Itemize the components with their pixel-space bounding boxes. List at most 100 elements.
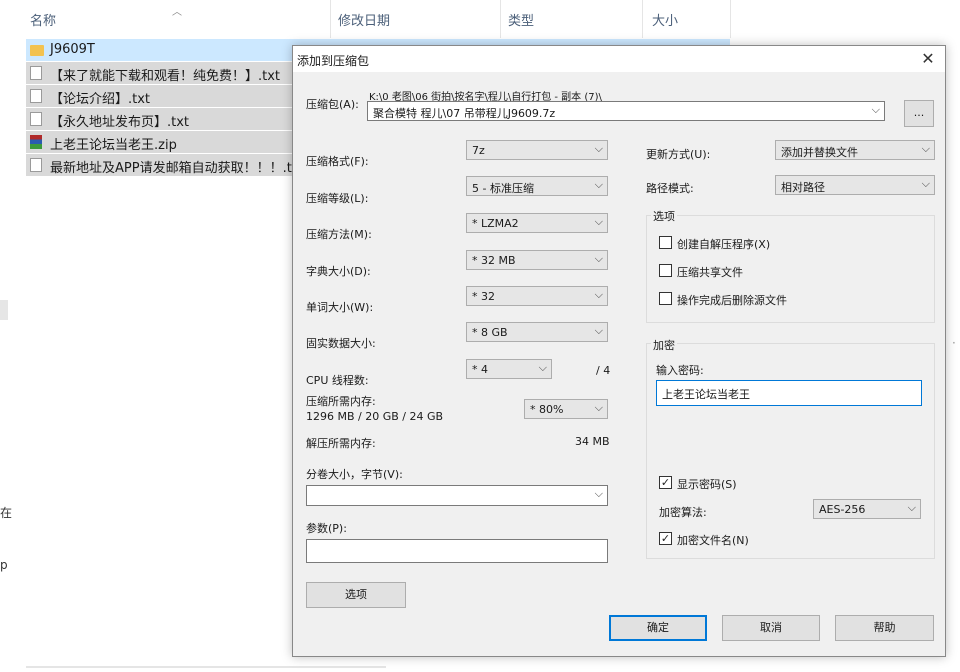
compress-shared-checkbox[interactable] [659, 264, 672, 277]
encryption-method-select[interactable]: AES-256 ⌵ [813, 499, 921, 519]
column-divider[interactable] [500, 0, 501, 38]
cpu-threads-select[interactable]: * 4 ⌵ [466, 359, 552, 379]
column-header: 名称 ︿ 修改日期 类型 大小 [0, 0, 960, 38]
chevron-down-icon[interactable]: ⌵ [872, 103, 880, 117]
chevron-down-icon[interactable]: ⌵ [595, 142, 603, 156]
file-name: 【论坛介绍】.txt [50, 92, 151, 107]
archive-name-combo[interactable]: 聚合模特 程儿\07 吊带程儿J9609.7z ⌵ [367, 101, 885, 121]
compress-memory-label: 压缩所需内存: [306, 395, 376, 408]
password-input[interactable]: 上老王论坛当老王 [656, 380, 922, 406]
chevron-down-icon[interactable]: ⌵ [595, 487, 603, 501]
encrypt-names-label[interactable]: 加密文件名(N) [677, 532, 749, 548]
solid-size-select[interactable]: * 8 GB ⌵ [466, 322, 608, 342]
memory-usage-value: * 80% [530, 403, 564, 416]
dialog-titlebar[interactable]: 添加到压缩包 ✕ [293, 46, 945, 72]
dictionary-label: 字典大小(D): [306, 265, 371, 278]
cpu-threads-label: CPU 线程数: [306, 374, 369, 387]
file-name: 最新地址及APP请发邮箱自动获取！！！.txt [50, 161, 305, 176]
compress-shared-label[interactable]: 压缩共享文件 [677, 264, 743, 280]
decompress-memory-label: 解压所需内存: [306, 437, 376, 450]
column-divider[interactable] [330, 0, 331, 38]
close-icon[interactable]: ✕ [911, 46, 945, 72]
compress-memory-value: 1296 MB / 20 GB / 24 GB [306, 410, 444, 423]
create-sfx-checkbox[interactable] [659, 236, 672, 249]
create-sfx-label[interactable]: 创建自解压程序(X) [677, 236, 770, 252]
method-select[interactable]: * LZMA2 ⌵ [466, 213, 608, 233]
column-name[interactable]: 名称 [30, 10, 56, 29]
update-mode-label: 更新方式(U): [646, 148, 711, 161]
chevron-down-icon[interactable]: ⌵ [595, 252, 603, 266]
format-value: 7z [472, 144, 485, 157]
file-name: 上老王论坛当老王.zip [50, 138, 177, 153]
browse-button[interactable]: ... [904, 100, 934, 127]
zip-archive-icon [30, 135, 42, 149]
column-divider[interactable] [642, 0, 643, 38]
memory-usage-select[interactable]: * 80% ⌵ [524, 399, 608, 419]
update-mode-select[interactable]: 添加并替换文件 ⌵ [775, 140, 935, 160]
parameters-input[interactable] [306, 539, 608, 563]
dictionary-select[interactable]: * 32 MB ⌵ [466, 250, 608, 270]
delete-after-label[interactable]: 操作完成后删除源文件 [677, 292, 787, 308]
chevron-down-icon[interactable]: ⌵ [595, 215, 603, 229]
cpu-threads-total: / 4 [596, 364, 611, 377]
file-row[interactable]: 最新地址及APP请发邮箱自动获取！！！.txt [26, 154, 305, 176]
edge-fragment: · [952, 336, 956, 350]
path-mode-value: 相对路径 [781, 181, 825, 194]
chevron-down-icon[interactable]: ⌵ [595, 288, 603, 302]
word-size-label: 单词大小(W): [306, 301, 374, 314]
options-button[interactable]: 选项 [306, 582, 406, 608]
show-password-label[interactable]: 显示密码(S) [677, 476, 737, 492]
encryption-method-value: AES-256 [819, 503, 866, 516]
level-value: 5 - 标准压缩 [472, 182, 534, 195]
column-size[interactable]: 大小 [652, 10, 678, 29]
path-mode-label: 路径模式: [646, 182, 694, 195]
chevron-down-icon[interactable]: ⌵ [539, 361, 547, 375]
file-row[interactable]: 【论坛介绍】.txt [26, 85, 298, 107]
format-select[interactable]: 7z ⌵ [466, 140, 608, 160]
nav-pane-text: p [0, 558, 8, 572]
encrypt-names-checkbox[interactable]: ✓ [659, 532, 672, 545]
solid-size-label: 固实数据大小: [306, 337, 376, 350]
chevron-down-icon[interactable]: ⌵ [595, 324, 603, 338]
column-date[interactable]: 修改日期 [338, 10, 390, 29]
word-size-value: * 32 [472, 290, 495, 303]
sort-up-icon: ︿ [172, 7, 182, 18]
options-group-title: 选项 [651, 208, 677, 224]
split-size-label: 分卷大小，字节(V): [306, 468, 403, 481]
file-row[interactable]: 上老王论坛当老王.zip [26, 131, 298, 153]
chevron-down-icon[interactable]: ⌵ [922, 177, 930, 191]
file-name: 【永久地址发布页】.txt [50, 115, 190, 130]
encryption-group-title: 加密 [651, 337, 677, 353]
chevron-down-icon[interactable]: ⌵ [595, 401, 603, 415]
file-row[interactable]: 【永久地址发布页】.txt [26, 108, 298, 130]
level-select[interactable]: 5 - 标准压缩 ⌵ [466, 176, 608, 196]
help-button[interactable]: 帮助 [835, 615, 934, 641]
chevron-down-icon[interactable]: ⌵ [922, 142, 930, 156]
split-size-combo[interactable]: ⌵ [306, 485, 608, 506]
word-size-select[interactable]: * 32 ⌵ [466, 286, 608, 306]
file-name: J9609T [50, 42, 95, 57]
password-value: 上老王论坛当老王 [662, 388, 750, 401]
decompress-memory-value: 34 MB [575, 435, 610, 448]
path-mode-select[interactable]: 相对路径 ⌵ [775, 175, 935, 195]
status-divider [26, 666, 386, 668]
method-label: 压缩方法(M): [306, 228, 372, 241]
column-type[interactable]: 类型 [508, 10, 534, 29]
cpu-threads-value: * 4 [472, 363, 488, 376]
show-password-checkbox[interactable]: ✓ [659, 476, 672, 489]
nav-pane-text: 在 [0, 506, 13, 520]
chevron-down-icon[interactable]: ⌵ [908, 501, 916, 515]
delete-after-checkbox[interactable] [659, 292, 672, 305]
file-row[interactable]: 【来了就能下载和观看！纯免费！】.txt [26, 62, 298, 84]
cancel-button[interactable]: 取消 [722, 615, 820, 641]
format-label: 压缩格式(F): [306, 155, 369, 168]
password-label: 输入密码: [656, 364, 704, 377]
archive-name-value: 聚合模特 程儿\07 吊带程儿J9609.7z [373, 107, 556, 120]
ok-button[interactable]: 确定 [609, 615, 707, 641]
archive-label: 压缩包(A): [306, 98, 359, 111]
column-divider[interactable] [730, 0, 731, 38]
chevron-down-icon[interactable]: ⌵ [595, 178, 603, 192]
update-mode-value: 添加并替换文件 [781, 146, 858, 159]
dictionary-value: * 32 MB [472, 254, 516, 267]
text-file-icon [30, 158, 42, 172]
